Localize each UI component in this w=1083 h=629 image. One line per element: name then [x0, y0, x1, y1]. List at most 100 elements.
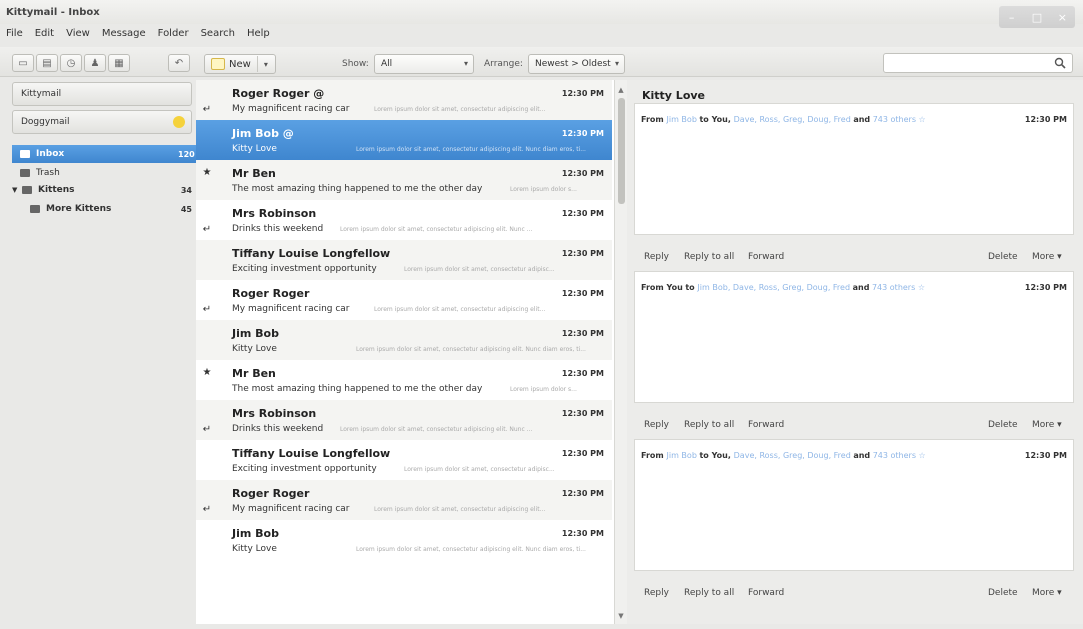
scroll-down-icon[interactable]: ▼ — [615, 610, 627, 622]
reply-all-button[interactable]: Reply to all — [684, 252, 734, 262]
show-select[interactable]: All ▾ — [374, 54, 474, 74]
folder-trash[interactable]: Trash — [12, 164, 196, 182]
calendar-icon[interactable]: ▦ — [108, 54, 130, 72]
message-row[interactable]: Jim Bob 12:30 PM Kitty Love Lorem ipsum dol… — [196, 320, 612, 360]
others-link[interactable]: 743 others — [873, 115, 916, 124]
search-input[interactable] — [884, 54, 1044, 72]
menu-help[interactable]: Help — [241, 26, 276, 42]
message-row[interactable]: ↵ Roger Roger 12:30 PM My magnificent racin… — [196, 480, 612, 520]
message-preview: Lorem ipsum dolor sit amet, consectetur … — [374, 106, 546, 113]
menu-folder[interactable]: Folder — [152, 26, 195, 42]
folder-label: Kittens — [38, 185, 75, 195]
conversation-message[interactable]: From Jim Bob to You, Dave, Ross, Greg, D… — [634, 439, 1074, 571]
contacts-icon[interactable]: ♟ — [84, 54, 106, 72]
sender-link[interactable]: Jim Bob — [667, 115, 697, 124]
message-list-scrollbar[interactable]: ▲ ▼ — [614, 80, 627, 624]
compose-icon[interactable]: ▤ — [36, 54, 58, 72]
search-box[interactable] — [883, 53, 1073, 73]
folder-kittens[interactable]: ▼ Kittens 34 — [12, 181, 196, 199]
message-preview: Lorem ipsum dolor sit amet, consectetur … — [340, 426, 533, 433]
scrollbar-thumb[interactable] — [618, 98, 625, 204]
cc-list[interactable]: Dave, Ross, Greg, Doug, Fred — [734, 451, 851, 460]
unread-count: 45 — [180, 204, 192, 214]
message-row[interactable]: ↵ Roger Roger 12:30 PM My magnificent racin… — [196, 280, 612, 320]
forward-button[interactable]: Forward — [748, 420, 784, 430]
message-subject: Kitty Love — [232, 544, 277, 554]
reply-button[interactable]: Reply — [644, 588, 669, 598]
message-time: 12:30 PM — [561, 169, 604, 178]
message-row[interactable]: ★ Mr Ben 12:30 PM The most amazing thing ha… — [196, 160, 612, 200]
star-icon[interactable]: ☆ — [919, 451, 926, 460]
more-button[interactable]: More ▾ — [1032, 420, 1062, 430]
arrange-select[interactable]: Newest > Oldest ▾ — [528, 54, 625, 74]
star-icon[interactable]: ☆ — [919, 115, 926, 124]
recipient[interactable]: You — [712, 451, 728, 460]
message-sender: Mrs Robinson — [232, 207, 317, 220]
menu-message[interactable]: Message — [96, 26, 152, 42]
trash-icon — [20, 169, 30, 177]
menu-view[interactable]: View — [60, 26, 96, 42]
message-subject: My magnificent racing car — [232, 104, 350, 114]
message-time: 12:30 PM — [1024, 451, 1067, 460]
forward-button[interactable]: Forward — [748, 252, 784, 262]
message-subject: Kitty Love — [232, 144, 277, 154]
message-time: 12:30 PM — [561, 489, 604, 498]
star-icon[interactable]: ☆ — [918, 283, 925, 292]
others-link[interactable]: 743 others — [872, 283, 915, 292]
folder-inbox[interactable]: Inbox 120 — [12, 145, 196, 163]
reply-button[interactable]: Reply — [644, 420, 669, 430]
cc-list[interactable]: , Dave, Ross, Greg, Doug, Fred — [728, 283, 850, 292]
recipient[interactable]: You — [712, 115, 728, 124]
reply-all-icon[interactable]: ↶ — [168, 54, 190, 72]
message-subject: The most amazing thing happened to me th… — [232, 384, 483, 394]
reply-button[interactable]: Reply — [644, 252, 669, 262]
account-doggymail[interactable]: Doggymail — [12, 110, 192, 134]
account-kittymail[interactable]: Kittymail — [12, 82, 192, 106]
conversation-message[interactable]: From You to Jim Bob, Dave, Ross, Greg, D… — [634, 271, 1074, 403]
more-button[interactable]: More ▾ — [1032, 252, 1062, 262]
message-row[interactable]: Tiffany Louise Longfellow 12:30 PM Excitin… — [196, 440, 612, 480]
message-sender: Jim Bob — [232, 527, 279, 540]
expand-triangle-icon[interactable]: ▼ — [12, 186, 20, 194]
message-sender: Jim Bob @ — [232, 127, 294, 140]
message-row[interactable]: ↵ Roger Roger @ 12:30 PM My magnificent rac… — [196, 80, 612, 120]
delete-button[interactable]: Delete — [988, 420, 1018, 430]
message-row[interactable]: Jim Bob 12:30 PM Kitty Love Lorem ipsum dol… — [196, 520, 612, 560]
reply-all-button[interactable]: Reply to all — [684, 588, 734, 598]
message-row[interactable]: ↵ Mrs Robinson 12:30 PM Drinks this weekend… — [196, 400, 612, 440]
maximize-button[interactable]: □ — [1024, 6, 1049, 28]
message-row[interactable]: ★ Mr Ben 12:30 PM The most amazing thing ha… — [196, 360, 612, 400]
window-controls: – □ × — [999, 6, 1075, 28]
more-button[interactable]: More ▾ — [1032, 588, 1062, 598]
others-link[interactable]: 743 others — [873, 451, 916, 460]
cc-list[interactable]: Dave, Ross, Greg, Doug, Fred — [734, 115, 851, 124]
message-row[interactable]: Jim Bob @ 12:30 PM Kitty Love Lorem ipsum d… — [196, 120, 612, 160]
menu-file[interactable]: File — [0, 26, 29, 42]
close-button[interactable]: × — [1050, 6, 1075, 28]
search-icon[interactable] — [1054, 57, 1066, 69]
mail-icon[interactable]: ▭ — [12, 54, 34, 72]
sender[interactable]: You — [667, 283, 683, 292]
reply-all-button[interactable]: Reply to all — [684, 420, 734, 430]
message-time: 12:30 PM — [561, 329, 604, 338]
star-icon[interactable]: ★ — [202, 167, 212, 178]
recipient-link[interactable]: Jim Bob — [697, 283, 727, 292]
new-button[interactable]: New ▾ — [204, 54, 276, 74]
message-actions: Reply Reply to all Forward Delete More ▾ — [634, 581, 1074, 605]
delete-button[interactable]: Delete — [988, 588, 1018, 598]
scroll-up-icon[interactable]: ▲ — [615, 84, 627, 96]
minimize-button[interactable]: – — [999, 6, 1024, 28]
arrange-select-value: Newest > Oldest — [535, 59, 611, 69]
menu-search[interactable]: Search — [195, 26, 241, 42]
message-row[interactable]: Tiffany Louise Longfellow 12:30 PM Excitin… — [196, 240, 612, 280]
conversation-message[interactable]: From Jim Bob to You, Dave, Ross, Greg, D… — [634, 103, 1074, 235]
sender-link[interactable]: Jim Bob — [667, 451, 697, 460]
menu-edit[interactable]: Edit — [29, 26, 60, 42]
message-row[interactable]: ↵ Mrs Robinson 12:30 PM Drinks this weekend… — [196, 200, 612, 240]
star-icon[interactable]: ★ — [202, 367, 212, 378]
clock-icon[interactable]: ◷ — [60, 54, 82, 72]
folder-more-kittens[interactable]: More Kittens 45 — [12, 200, 196, 218]
message-time: 12:30 PM — [561, 289, 604, 298]
delete-button[interactable]: Delete — [988, 252, 1018, 262]
forward-button[interactable]: Forward — [748, 588, 784, 598]
